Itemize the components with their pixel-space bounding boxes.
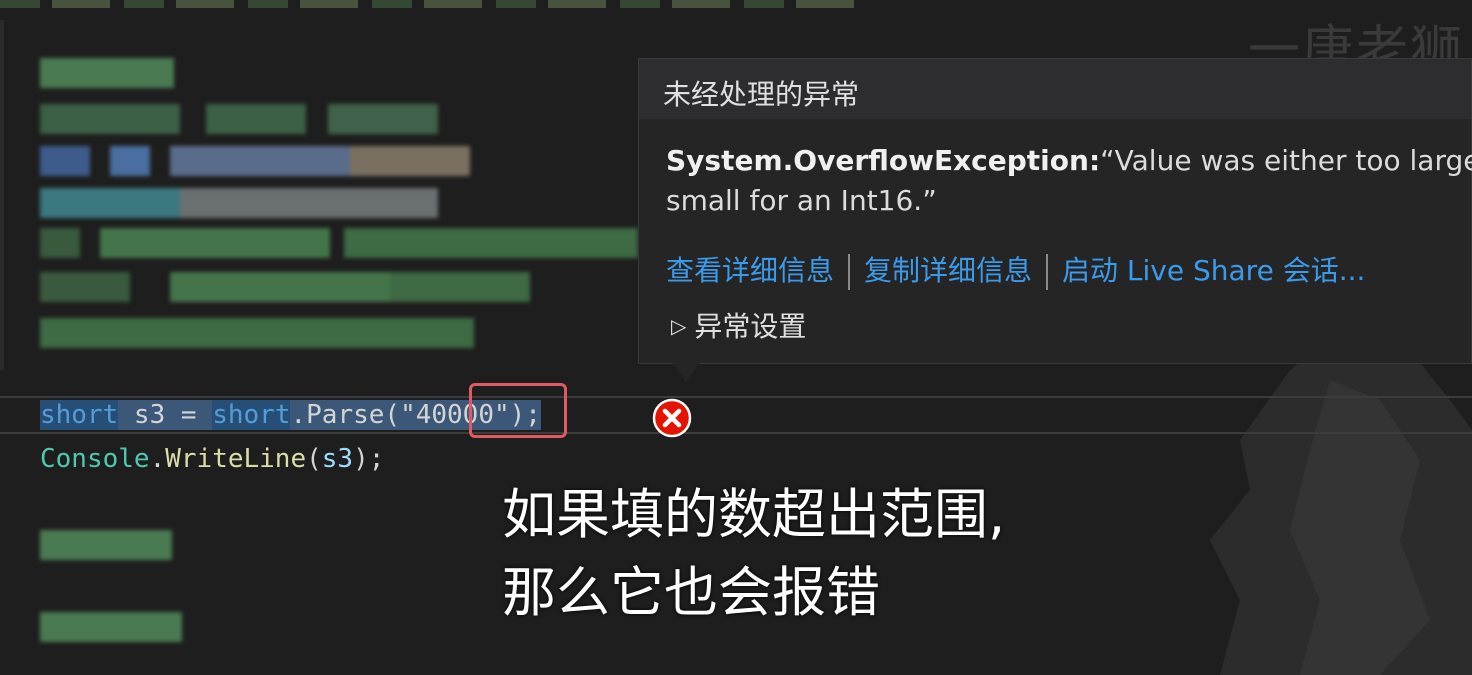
blurred-code-line bbox=[40, 228, 638, 258]
keyword-short: short bbox=[212, 400, 291, 430]
code-token: .Parse( bbox=[290, 400, 401, 430]
code-token: " bbox=[400, 400, 416, 430]
exception-text: “Value was either too large or too bbox=[1100, 144, 1472, 177]
blurred-code-line bbox=[40, 104, 438, 134]
exception-popup: 未经处理的异常 System.OverflowException:“Value … bbox=[638, 58, 1472, 364]
literal-highlight-box bbox=[469, 383, 567, 438]
variable-name: s3 bbox=[321, 444, 354, 474]
code-token: ); bbox=[353, 444, 385, 474]
class-name: Console bbox=[40, 444, 150, 474]
blurred-top-line bbox=[0, 0, 860, 8]
code-token: . bbox=[149, 444, 166, 474]
exception-popup-header: 未经处理的异常 bbox=[639, 59, 1471, 119]
blurred-code-line bbox=[40, 146, 510, 176]
exception-links: 查看详细信息 复制详细信息 启动 Live Share 会话... bbox=[666, 249, 1365, 290]
exception-message: System.OverflowException:“Value was eith… bbox=[666, 141, 1472, 221]
blurred-code-line bbox=[40, 530, 172, 560]
start-live-share-link[interactable]: 启动 Live Share 会话... bbox=[1062, 254, 1365, 287]
subtitle-line: 如果填的数超出范围, bbox=[502, 483, 1006, 546]
exception-text-line2: small for an Int16.” bbox=[666, 184, 937, 217]
error-circle-x-icon[interactable] bbox=[652, 398, 692, 438]
video-subtitle: 如果填的数超出范围, 那么它也会报错 bbox=[502, 476, 1005, 632]
keyword-short: short bbox=[40, 400, 119, 430]
exception-settings-label: 异常设置 bbox=[694, 310, 807, 343]
triangle-right-icon: ▷ bbox=[671, 314, 687, 338]
editor-gutter bbox=[0, 20, 4, 370]
exception-type: System.OverflowException: bbox=[666, 144, 1101, 177]
view-details-link[interactable]: 查看详细信息 bbox=[666, 254, 834, 287]
blurred-code-line bbox=[40, 58, 174, 88]
code-token: s3 = bbox=[118, 400, 213, 430]
background-figure bbox=[1210, 340, 1472, 675]
blurred-code-line bbox=[40, 188, 438, 218]
exception-settings-toggle[interactable]: ▷ 异常设置 bbox=[671, 305, 806, 345]
subtitle-line: 那么它也会报错 bbox=[502, 561, 880, 624]
link-separator bbox=[1046, 254, 1049, 290]
blurred-code-line bbox=[40, 612, 182, 642]
method-name: WriteLine bbox=[165, 444, 307, 474]
copy-details-link[interactable]: 复制详细信息 bbox=[864, 254, 1032, 287]
blurred-code-line bbox=[40, 318, 474, 348]
blurred-code-line bbox=[40, 272, 530, 302]
code-line-parse[interactable]: short s3 = short.Parse("40000"); bbox=[40, 398, 541, 432]
popup-pointer bbox=[672, 362, 700, 382]
exception-popup-title: 未经处理的异常 bbox=[663, 78, 860, 111]
code-line-writeline[interactable]: Console.WriteLine(s3); bbox=[40, 442, 384, 476]
link-separator bbox=[848, 254, 851, 290]
code-token: ( bbox=[306, 444, 322, 474]
